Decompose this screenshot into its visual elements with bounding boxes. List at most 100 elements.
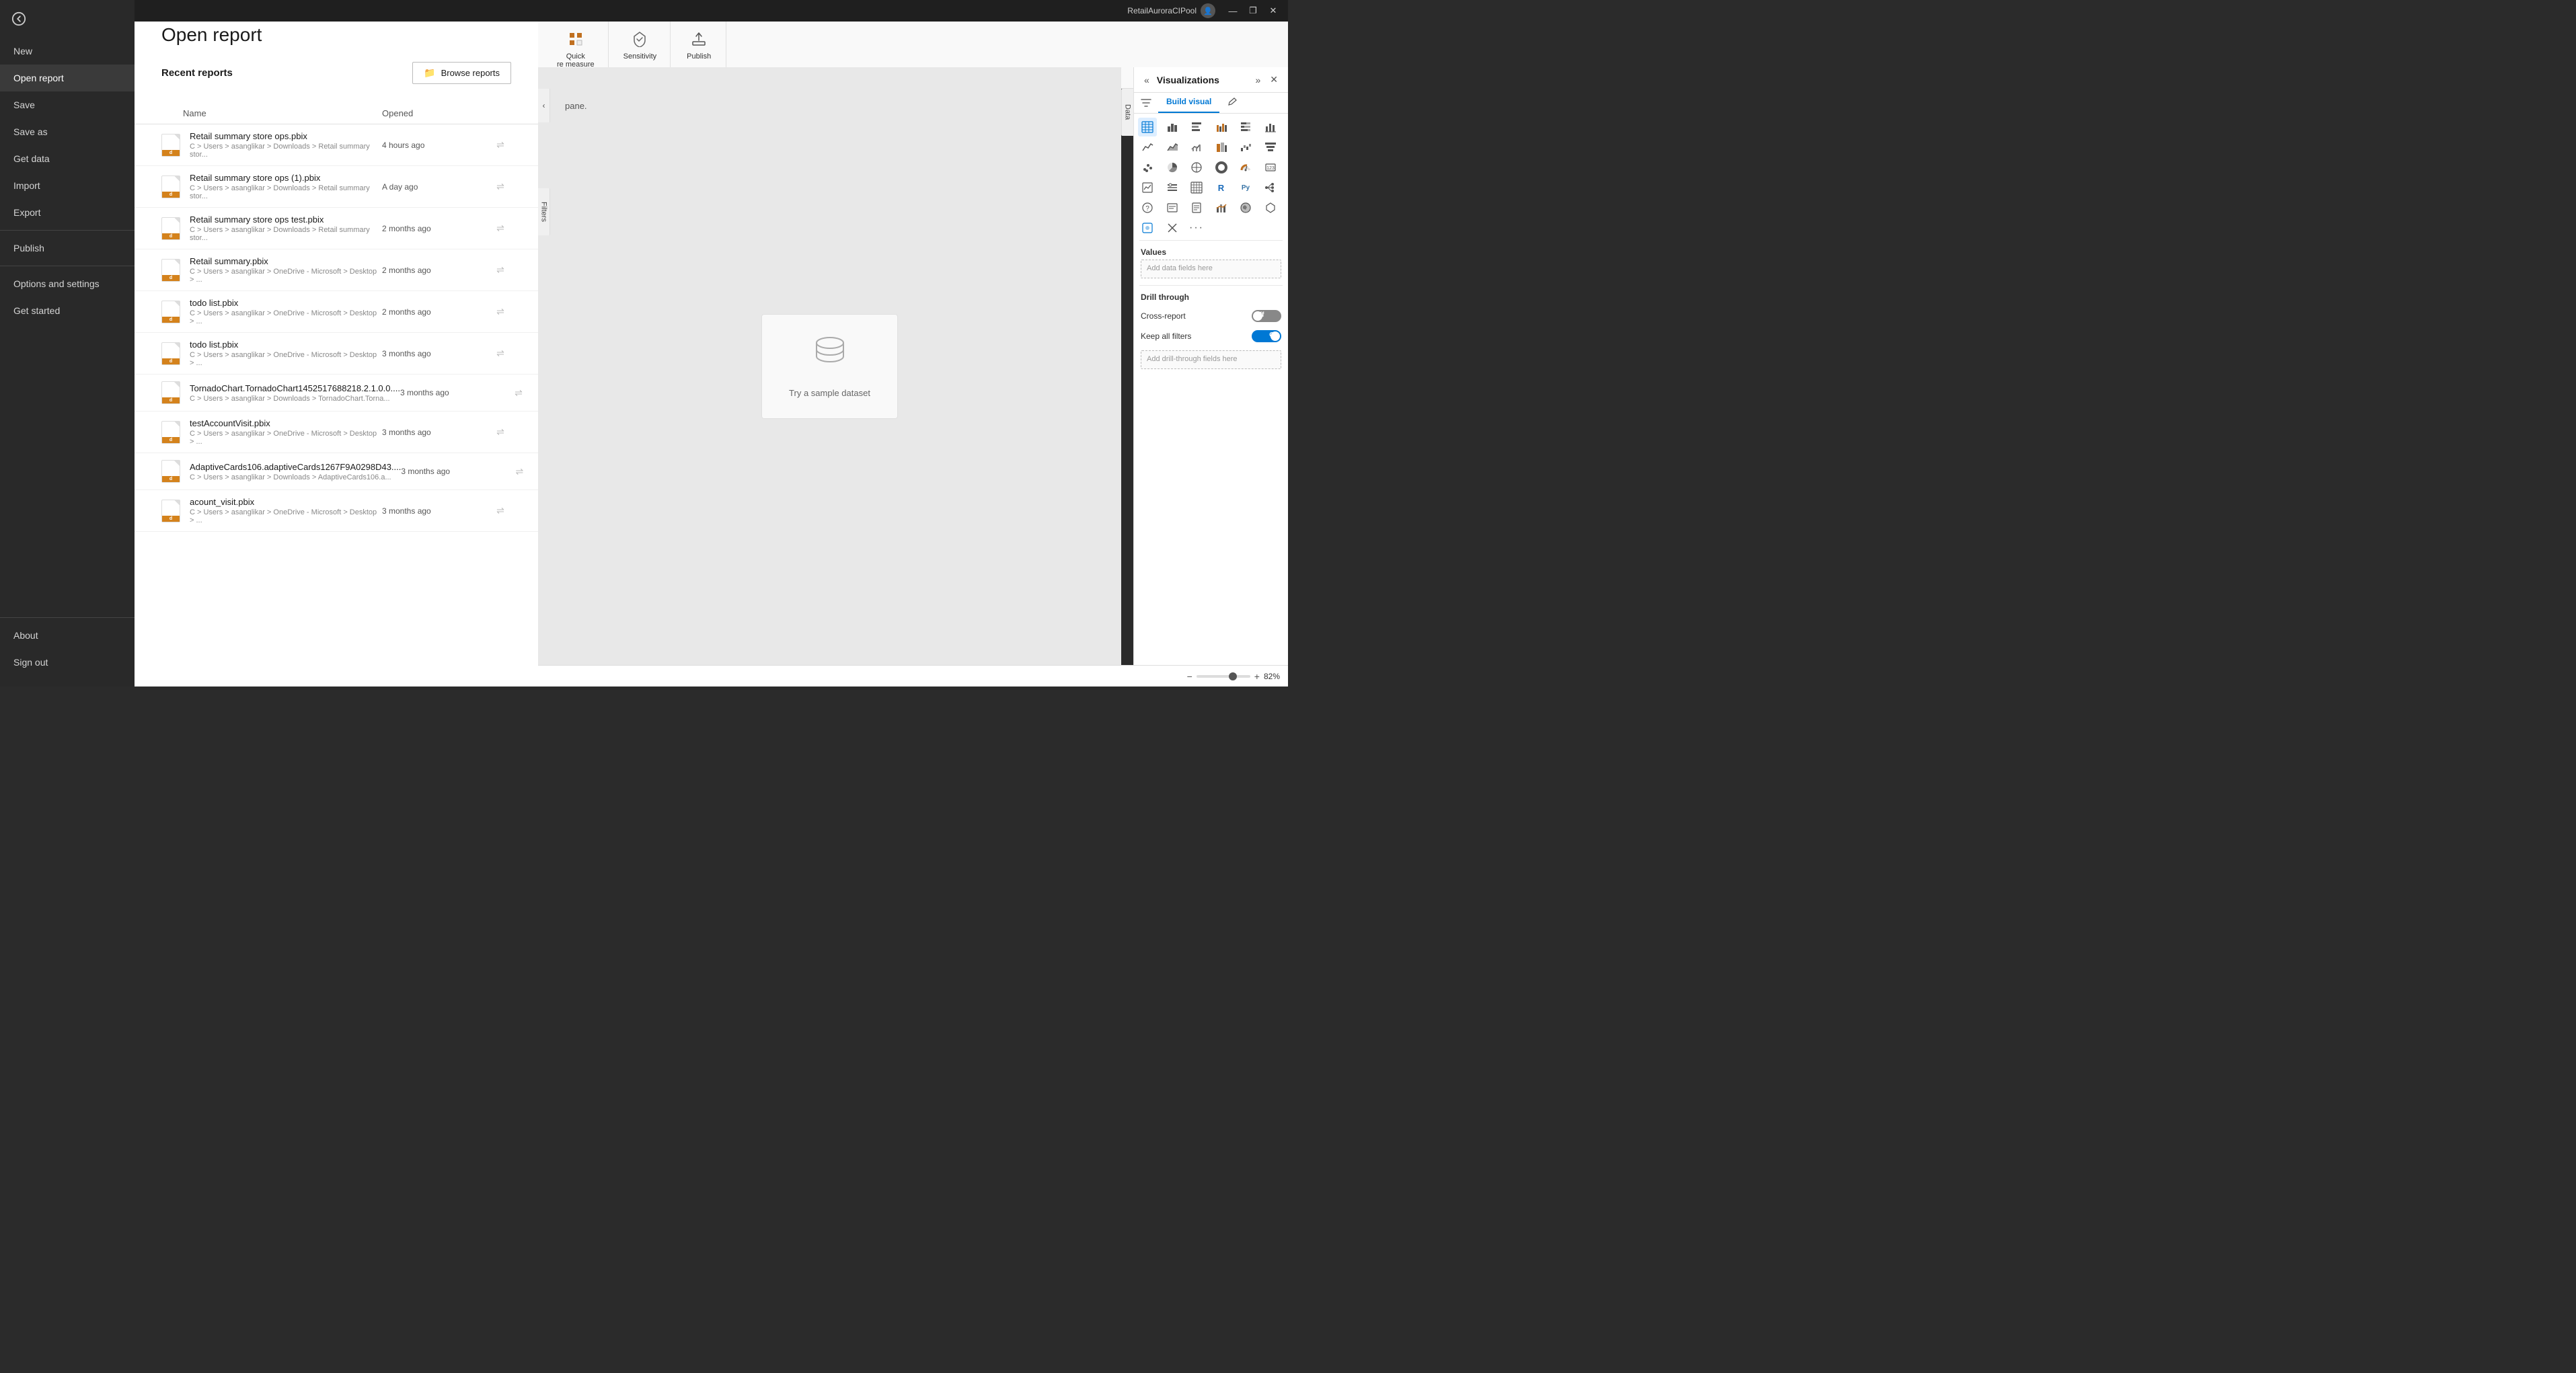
- report-path: C > Users > asanglikar > Downloads > Ada…: [190, 473, 401, 481]
- sidebar-item-publish[interactable]: Publish: [0, 235, 135, 262]
- pin-icon[interactable]: ⇌: [508, 387, 529, 399]
- report-name: AdaptiveCards106.adaptiveCards1267F9A029…: [190, 462, 401, 472]
- viz-icon-100pct-bar[interactable]: [1236, 118, 1255, 136]
- sidebar-item-options-settings[interactable]: Options and settings: [0, 270, 135, 297]
- pin-icon[interactable]: ⇌: [490, 139, 511, 151]
- viz-icon-azure-map[interactable]: [1138, 219, 1157, 237]
- viz-icon-line-clustered[interactable]: [1187, 138, 1206, 157]
- pin-icon[interactable]: ⇌: [490, 426, 511, 438]
- sidebar-item-get-started[interactable]: Get started: [0, 297, 135, 324]
- viz-icon-funnel[interactable]: [1261, 138, 1280, 157]
- report-list-item[interactable]: d Retail summary store ops (1).pbix C > …: [135, 166, 538, 208]
- report-list-item[interactable]: d acount_visit.pbix C > Users > asanglik…: [135, 490, 538, 532]
- viz-icon-qa[interactable]: ?: [1138, 198, 1157, 217]
- viz-icon-donut[interactable]: [1212, 158, 1231, 177]
- viz-icon-gauge[interactable]: [1236, 158, 1255, 177]
- viz-expand-btn[interactable]: »: [1252, 73, 1264, 87]
- drill-through-input[interactable]: Add drill-through fields here: [1141, 350, 1281, 369]
- pin-icon[interactable]: ⇌: [490, 348, 511, 359]
- pin-icon[interactable]: ⇌: [490, 306, 511, 317]
- viz-icon-map[interactable]: [1187, 158, 1206, 177]
- report-list-item[interactable]: d TornadoChart.TornadoChart1452517688218…: [135, 375, 538, 411]
- values-label: Values: [1141, 247, 1281, 257]
- viz-close-btn[interactable]: ✕: [1266, 73, 1281, 87]
- viz-icon-waterfall[interactable]: [1236, 138, 1255, 157]
- report-name-col: AdaptiveCards106.adaptiveCards1267F9A029…: [183, 462, 401, 481]
- viz-icon-filled-map[interactable]: [1236, 198, 1255, 217]
- values-input[interactable]: Add data fields here: [1141, 260, 1281, 278]
- viz-icon-bar[interactable]: [1163, 118, 1182, 136]
- viz-icon-custom[interactable]: [1163, 219, 1182, 237]
- pin-icon[interactable]: ⇌: [490, 223, 511, 234]
- sidebar-item-sign-out[interactable]: Sign out: [0, 649, 135, 676]
- viz-icon-paginated[interactable]: [1187, 198, 1206, 217]
- back-button[interactable]: [5, 5, 32, 32]
- report-opened: 3 months ago: [382, 428, 490, 437]
- viz-icon-clustered-bar[interactable]: [1212, 118, 1231, 136]
- viz-icon-ribbon[interactable]: [1212, 138, 1231, 157]
- viz-icon-area[interactable]: [1163, 138, 1182, 157]
- sidebar-item-import[interactable]: Import: [0, 172, 135, 199]
- ribbon-btn-quick-measure[interactable]: Quickre measure: [552, 27, 600, 73]
- report-opened: 2 months ago: [382, 266, 490, 275]
- keep-all-filters-toggle[interactable]: On: [1252, 330, 1281, 342]
- sidebar-item-get-data[interactable]: Get data: [0, 145, 135, 172]
- viz-icon-scatter[interactable]: [1138, 158, 1157, 177]
- viz-icon-r[interactable]: R: [1212, 178, 1231, 197]
- sidebar-item-new[interactable]: New: [0, 38, 135, 65]
- data-tab-vertical[interactable]: Data: [1121, 89, 1133, 136]
- zoom-slider[interactable]: [1197, 675, 1250, 678]
- pin-icon[interactable]: ⇌: [508, 466, 530, 477]
- viz-icon-bar-combo[interactable]: [1212, 198, 1231, 217]
- report-list-item[interactable]: d testAccountVisit.pbix C > Users > asan…: [135, 411, 538, 453]
- pin-icon[interactable]: ⇌: [490, 505, 511, 516]
- viz-icon-slicer[interactable]: [1163, 178, 1182, 197]
- viz-icon-stacked-bar[interactable]: [1187, 118, 1206, 136]
- viz-icon-table[interactable]: [1138, 118, 1157, 136]
- minimize-button[interactable]: —: [1223, 3, 1242, 18]
- report-list-item[interactable]: d AdaptiveCards106.adaptiveCards1267F9A0…: [135, 453, 538, 490]
- report-list-item[interactable]: d todo list.pbix C > Users > asanglikar …: [135, 291, 538, 333]
- ribbon-btn-sensitivity[interactable]: Sensitivity: [618, 27, 662, 65]
- sample-dataset-text[interactable]: Try a sample dataset: [789, 388, 870, 398]
- report-list-item[interactable]: d Retail summary store ops test.pbix C >…: [135, 208, 538, 249]
- pin-icon[interactable]: ⇌: [490, 264, 511, 276]
- left-collapse-btn[interactable]: ‹: [538, 89, 550, 122]
- viz-icon-pie[interactable]: [1163, 158, 1182, 177]
- viz-icon-matrix[interactable]: [1187, 178, 1206, 197]
- viz-icon-shape-map[interactable]: [1261, 198, 1280, 217]
- report-list-item[interactable]: d Retail summary.pbix C > Users > asangl…: [135, 249, 538, 291]
- report-list-item[interactable]: d todo list.pbix C > Users > asanglikar …: [135, 333, 538, 375]
- report-list-item[interactable]: d Retail summary store ops.pbix C > User…: [135, 124, 538, 166]
- zoom-thumb[interactable]: [1229, 672, 1237, 680]
- sidebar-item-about[interactable]: About: [0, 622, 135, 649]
- viz-icon-python[interactable]: Py: [1236, 178, 1255, 197]
- sidebar-divider-3: [0, 617, 135, 618]
- filters-tab-vertical[interactable]: Filters: [538, 188, 550, 235]
- sidebar-item-save-as[interactable]: Save as: [0, 118, 135, 145]
- viz-collapse-left-btn[interactable]: «: [1141, 73, 1153, 87]
- sidebar-item-export[interactable]: Export: [0, 199, 135, 226]
- cross-report-toggle[interactable]: Off: [1252, 310, 1281, 322]
- close-button[interactable]: ✕: [1264, 3, 1283, 18]
- viz-icon-card[interactable]: 123: [1261, 158, 1280, 177]
- zoom-plus-btn[interactable]: +: [1254, 671, 1260, 682]
- avatar[interactable]: 👤: [1201, 3, 1215, 18]
- browse-reports-button[interactable]: 📁 Browse reports: [412, 62, 511, 84]
- viz-icon-kpi[interactable]: [1138, 178, 1157, 197]
- viz-icon-decomp-tree[interactable]: [1261, 178, 1280, 197]
- pin-icon[interactable]: ⇌: [490, 181, 511, 192]
- zoom-minus-btn[interactable]: −: [1187, 671, 1192, 682]
- tab-format[interactable]: [1219, 93, 1246, 113]
- viz-icon-column[interactable]: [1261, 118, 1280, 136]
- tab-build-visual[interactable]: Build visual: [1158, 93, 1219, 113]
- restore-button[interactable]: ❐: [1244, 3, 1262, 18]
- ribbon-btn-publish[interactable]: Publish: [680, 27, 718, 65]
- filters-icon[interactable]: [1139, 96, 1153, 110]
- sidebar-menu: New Open report Save Save as Get data Im…: [0, 32, 135, 613]
- sidebar-item-save[interactable]: Save: [0, 91, 135, 118]
- viz-icon-line[interactable]: [1138, 138, 1157, 157]
- viz-icon-smart-narrative[interactable]: [1163, 198, 1182, 217]
- viz-icon-more[interactable]: ···: [1187, 219, 1206, 237]
- sidebar-item-open-report[interactable]: Open report: [0, 65, 135, 91]
